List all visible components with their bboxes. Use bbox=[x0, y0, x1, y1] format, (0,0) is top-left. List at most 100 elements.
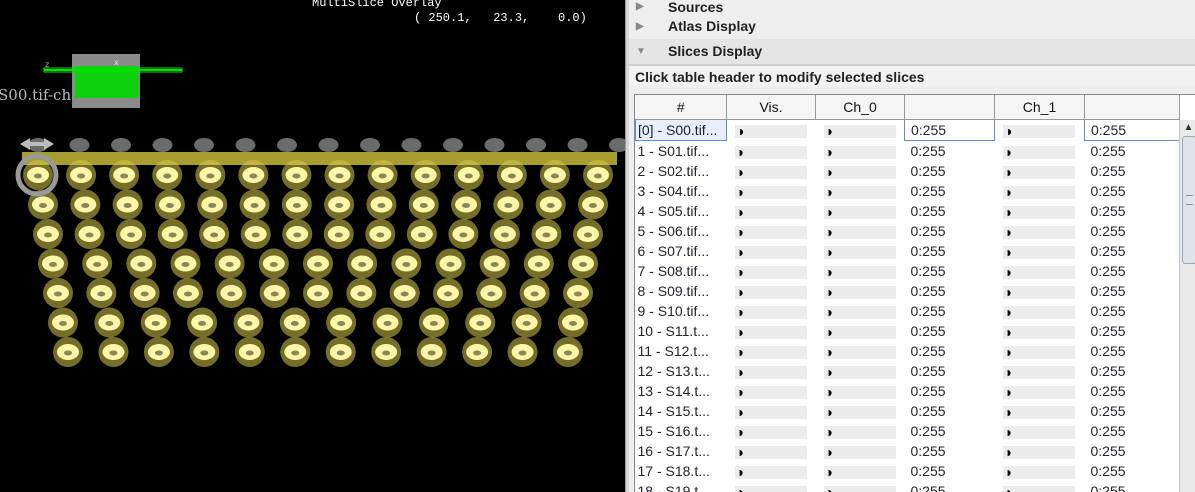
visibility-cell[interactable]: ◑ bbox=[727, 381, 816, 401]
header-ch1[interactable]: Ch_1 bbox=[994, 95, 1085, 120]
slice-item[interactable] bbox=[408, 189, 439, 220]
eye-icon[interactable]: ◑ bbox=[736, 424, 744, 440]
slice-item[interactable] bbox=[583, 160, 613, 190]
table-row[interactable]: 18 - S19.t... ◑ ◑ 0:255 ◑ 0:255 bbox=[636, 481, 1180, 492]
eye-icon[interactable]: ◑ bbox=[1004, 244, 1012, 260]
slice-name[interactable]: 3 - S04.tif... bbox=[636, 181, 727, 201]
visibility-cell[interactable]: ◑ bbox=[727, 221, 816, 241]
slice-item[interactable] bbox=[558, 307, 588, 338]
ch0-range[interactable]: 0:255 bbox=[905, 361, 995, 381]
slice-item[interactable] bbox=[433, 278, 463, 308]
table-row[interactable]: 9 - S10.tif... ◑ ◑ 0:255 ◑ 0:255 bbox=[636, 301, 1180, 321]
ch0-range[interactable]: 0:255 bbox=[905, 161, 995, 181]
slice-item[interactable] bbox=[511, 307, 542, 338]
ch1-range[interactable]: 0:255 bbox=[1085, 301, 1180, 321]
ch1-range[interactable]: 0:255 bbox=[1085, 361, 1180, 381]
slice-item[interactable] bbox=[112, 189, 143, 220]
ch0-visibility-cell[interactable]: ◑ bbox=[816, 301, 905, 321]
slice-item[interactable] bbox=[154, 189, 185, 220]
ch1-range[interactable]: 0:255 bbox=[1085, 421, 1180, 441]
slice-item[interactable] bbox=[234, 337, 265, 367]
visibility-cell[interactable]: ◑ bbox=[726, 119, 816, 141]
table-row[interactable]: 5 - S06.tif... ◑ ◑ 0:255 ◑ 0:255 bbox=[636, 221, 1180, 241]
ch0-visibility-cell[interactable]: ◑ bbox=[816, 461, 905, 481]
slice-item[interactable] bbox=[324, 189, 355, 220]
slice-item[interactable] bbox=[140, 307, 171, 338]
slice-item[interactable] bbox=[258, 248, 289, 279]
slice-item[interactable] bbox=[279, 307, 310, 338]
eye-icon[interactable]: ◑ bbox=[736, 204, 744, 220]
slice-thumbnail[interactable] bbox=[194, 138, 214, 152]
eye-icon[interactable]: ◑ bbox=[736, 164, 744, 180]
vertical-scrollbar[interactable]: ▲ bbox=[1179, 120, 1195, 492]
eye-icon[interactable]: ◑ bbox=[825, 324, 833, 340]
ch0-visibility-cell[interactable]: ◑ bbox=[816, 421, 905, 441]
slice-item[interactable] bbox=[366, 189, 397, 220]
visibility-cell[interactable]: ◑ bbox=[727, 481, 816, 492]
visibility-cell[interactable]: ◑ bbox=[727, 161, 816, 181]
slice-item[interactable] bbox=[74, 219, 105, 249]
ch1-range[interactable]: 0:255 bbox=[1085, 141, 1180, 162]
slice-item[interactable] bbox=[195, 160, 226, 190]
slice-item[interactable] bbox=[33, 219, 63, 249]
table-row[interactable]: 16 - S17.t... ◑ ◑ 0:255 ◑ 0:255 bbox=[636, 441, 1180, 461]
slice-thumbnail[interactable] bbox=[360, 138, 380, 152]
slice-thumbnail[interactable] bbox=[277, 138, 297, 152]
slice-name[interactable]: 18 - S19.t... bbox=[636, 481, 727, 492]
eye-icon[interactable]: ◑ bbox=[825, 184, 833, 200]
ch1-range[interactable]: 0:255 bbox=[1085, 381, 1180, 401]
ch0-range[interactable]: 0:255 bbox=[905, 201, 995, 221]
slice-name[interactable]: 5 - S06.tif... bbox=[636, 221, 727, 241]
ch0-range[interactable]: 0:255 bbox=[905, 221, 995, 241]
ch1-range[interactable]: 0:255 bbox=[1085, 281, 1180, 301]
eye-icon[interactable]: ◑ bbox=[825, 424, 833, 440]
slice-item[interactable] bbox=[479, 248, 510, 279]
table-row[interactable]: 6 - S07.tif... ◑ ◑ 0:255 ◑ 0:255 bbox=[636, 241, 1180, 261]
eye-icon[interactable]: ◑ bbox=[736, 304, 744, 320]
eye-icon[interactable]: ◑ bbox=[825, 384, 833, 400]
slice-item[interactable] bbox=[303, 248, 333, 279]
eye-icon[interactable]: ◑ bbox=[736, 244, 744, 260]
table-row[interactable]: 2 - S02.tif... ◑ ◑ 0:255 ◑ 0:255 bbox=[636, 161, 1180, 181]
eye-icon[interactable]: ◑ bbox=[825, 123, 833, 139]
slice-item[interactable] bbox=[281, 160, 312, 190]
ch0-range[interactable]: 0:255 bbox=[905, 481, 995, 492]
ch1-visibility-cell[interactable]: ◑ bbox=[995, 281, 1085, 301]
ch1-visibility-cell[interactable]: ◑ bbox=[995, 241, 1085, 261]
slice-name[interactable]: 9 - S10.tif... bbox=[636, 301, 727, 321]
eye-icon[interactable]: ◑ bbox=[1004, 444, 1012, 460]
ch0-visibility-cell[interactable]: ◑ bbox=[816, 181, 905, 201]
slice-name[interactable]: 13 - S14.t... bbox=[636, 381, 727, 401]
visibility-cell[interactable]: ◑ bbox=[727, 281, 816, 301]
table-row[interactable]: 10 - S11.t... ◑ ◑ 0:255 ◑ 0:255 bbox=[636, 321, 1180, 341]
slice-item[interactable] bbox=[157, 219, 188, 249]
ch0-visibility-cell[interactable]: ◑ bbox=[816, 161, 905, 181]
slice-name[interactable]: 7 - S08.tif... bbox=[636, 261, 727, 281]
scroll-thumb[interactable] bbox=[1182, 136, 1195, 264]
slice-item[interactable] bbox=[365, 219, 396, 249]
slice-item[interactable] bbox=[197, 189, 228, 220]
slice-item[interactable] bbox=[70, 189, 101, 220]
eye-icon[interactable]: ◑ bbox=[1004, 324, 1012, 340]
ch0-visibility-cell[interactable]: ◑ bbox=[816, 381, 905, 401]
eye-icon[interactable]: ◑ bbox=[736, 284, 744, 300]
slice-thumbnail[interactable] bbox=[401, 138, 422, 152]
slice-item[interactable] bbox=[371, 337, 402, 367]
table-row[interactable]: [0] - S00.tif... ◑ ◑ 0:255 ◑ 0:255 bbox=[635, 119, 1180, 141]
ch1-visibility-cell[interactable]: ◑ bbox=[995, 441, 1085, 461]
slice-item[interactable] bbox=[282, 219, 313, 249]
header-index[interactable]: # bbox=[635, 95, 727, 120]
ch0-range[interactable]: 0:255 bbox=[905, 441, 995, 461]
slice-item[interactable] bbox=[573, 219, 603, 249]
ch1-visibility-cell[interactable]: ◑ bbox=[995, 421, 1085, 441]
slice-item[interactable] bbox=[238, 160, 269, 190]
slice-item[interactable] bbox=[563, 278, 593, 308]
slice-item[interactable] bbox=[303, 278, 333, 308]
slice-item[interactable] bbox=[86, 278, 117, 308]
ch0-range[interactable]: 0:255 bbox=[904, 119, 995, 141]
slice-item[interactable] bbox=[346, 278, 377, 308]
ch1-range[interactable]: 0:255 bbox=[1085, 181, 1180, 201]
slice-name[interactable]: 12 - S13.t... bbox=[636, 361, 727, 381]
slice-item[interactable] bbox=[48, 307, 78, 338]
slice-item[interactable] bbox=[507, 337, 538, 367]
